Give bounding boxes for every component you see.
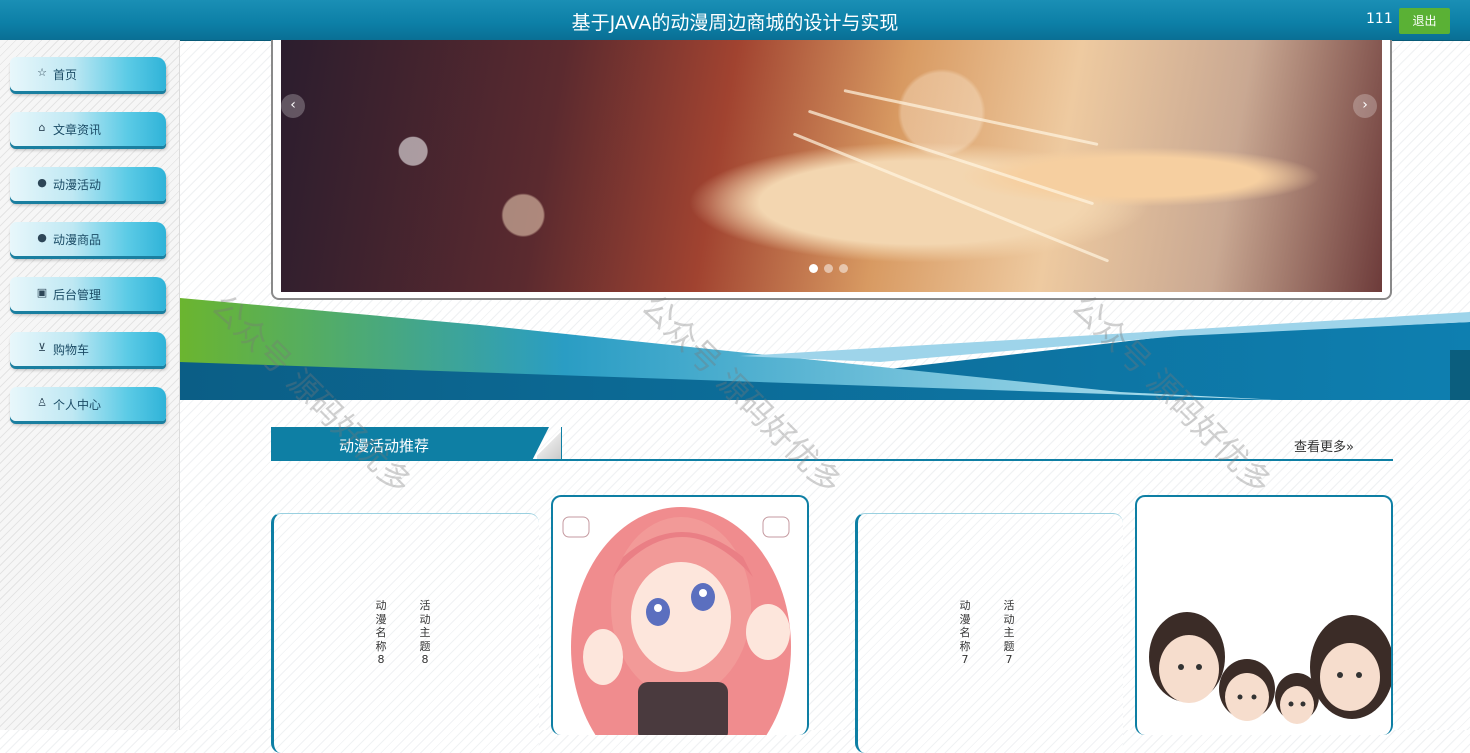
sidebar-item-profile[interactable]: ♙ 个人中心 xyxy=(10,387,166,421)
sidebar: ☆ 首页 ⌂ 文章资讯 ● 动漫活动 ● 动漫商品 ▣ 后台管理 ⊻ 购物车 ♙… xyxy=(0,40,180,730)
sidebar-item-label: 个人中心 xyxy=(53,397,102,412)
sidebar-item-activities[interactable]: ● 动漫活动 xyxy=(10,167,166,201)
section-title-box: 动漫活动推荐 xyxy=(271,427,549,460)
app-title: 基于JAVA的动漫周边商城的设计与实现 xyxy=(571,12,899,34)
sidebar-item-label: 动漫商品 xyxy=(53,232,102,247)
logout-button[interactable]: 退出 xyxy=(1399,8,1450,34)
top-header: 基于JAVA的动漫周边商城的设计与实现 111 退出 xyxy=(0,0,1470,41)
family-illustration xyxy=(1149,612,1391,724)
carousel-next-icon[interactable]: › xyxy=(1353,94,1377,118)
sidebar-item-cart[interactable]: ⊻ 购物车 xyxy=(10,332,166,366)
carousel-prev-icon[interactable]: ‹ xyxy=(281,94,305,118)
carousel-dot[interactable] xyxy=(824,264,833,273)
info-icon: ● xyxy=(37,176,47,189)
box-icon: ▣ xyxy=(36,286,48,299)
section-title: 动漫活动推荐 xyxy=(339,437,430,455)
sidebar-item-admin[interactable]: ▣ 后台管理 xyxy=(10,277,166,311)
activity-card-image[interactable] xyxy=(1135,495,1393,735)
user-icon: ♙ xyxy=(37,396,47,409)
side-float-tab[interactable] xyxy=(1450,350,1470,400)
banner-area: ‹ › xyxy=(180,40,1470,400)
carousel-indicators[interactable] xyxy=(809,264,848,273)
sidebar-item-label: 购物车 xyxy=(53,342,90,357)
sidebar-item-label: 文章资讯 xyxy=(53,122,102,137)
section-underline xyxy=(271,459,1393,461)
bag-icon: ⌂ xyxy=(38,121,46,134)
banner-slide-image xyxy=(281,40,1382,292)
section-divider xyxy=(561,427,562,460)
section-title-corner xyxy=(537,427,561,460)
activity-card-info[interactable]: 动漫名称7 活动主题7 xyxy=(855,513,1123,753)
view-more-link[interactable]: 查看更多» xyxy=(1294,436,1354,455)
anime-name: 动漫名称7 xyxy=(959,599,971,666)
activity-theme: 活动主题7 xyxy=(1003,599,1015,666)
banner-carousel[interactable]: ‹ › xyxy=(271,40,1392,300)
sidebar-item-label: 动漫活动 xyxy=(53,177,102,192)
sidebar-item-home[interactable]: ☆ 首页 xyxy=(10,57,166,91)
username-label[interactable]: 111 xyxy=(1366,11,1393,27)
activity-theme: 活动主题8 xyxy=(419,599,431,666)
carousel-dot[interactable] xyxy=(809,264,818,273)
sidebar-item-label: 首页 xyxy=(53,67,78,82)
sidebar-item-products[interactable]: ● 动漫商品 xyxy=(10,222,166,256)
sidebar-item-label: 后台管理 xyxy=(53,287,102,302)
carousel-dot[interactable] xyxy=(839,264,848,273)
activity-card-info[interactable]: 动漫名称8 活动主题8 xyxy=(271,513,539,753)
star-icon: ☆ xyxy=(37,66,47,79)
sidebar-item-articles[interactable]: ⌂ 文章资讯 xyxy=(10,112,166,146)
help-icon: ● xyxy=(37,231,47,244)
activity-card-image[interactable] xyxy=(551,495,809,735)
cart-icon: ⊻ xyxy=(37,341,47,354)
anime-girl-illustration xyxy=(562,507,791,735)
anime-name: 动漫名称8 xyxy=(375,599,387,666)
